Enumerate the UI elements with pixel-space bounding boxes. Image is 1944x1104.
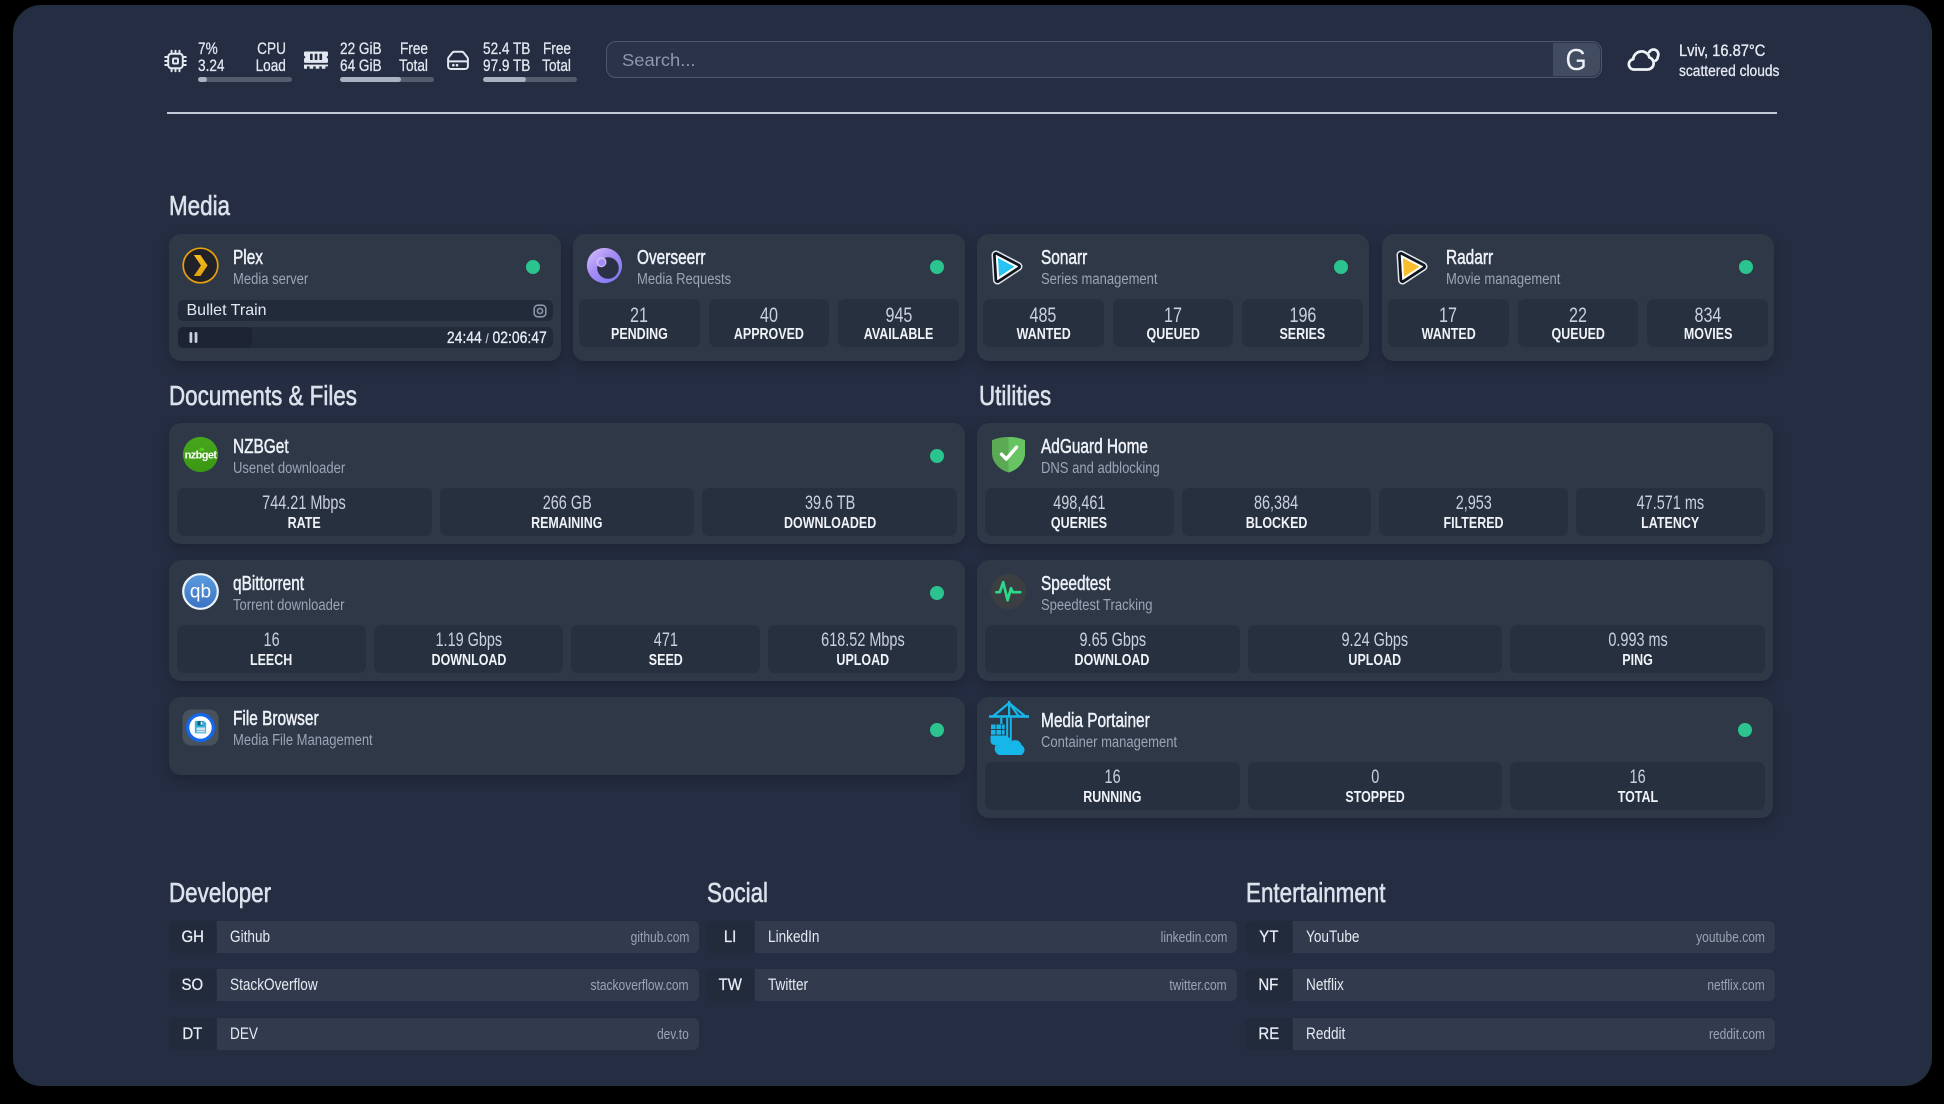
svg-text:qb: qb bbox=[190, 582, 211, 603]
svg-text:nzbget: nzbget bbox=[185, 450, 218, 462]
